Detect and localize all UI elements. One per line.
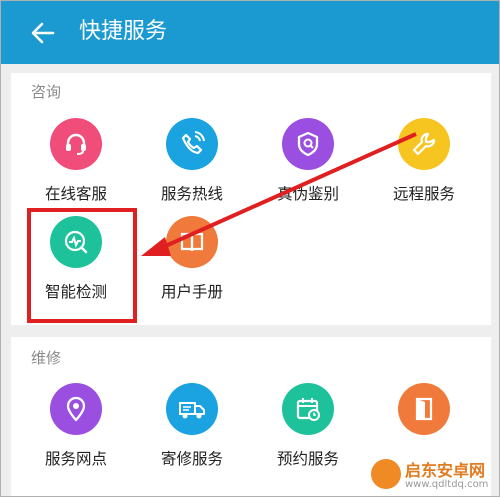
service-user-manual[interactable]: 用户手册	[134, 216, 250, 302]
service-label: 寄修服务	[160, 450, 223, 468]
service-door[interactable]	[366, 383, 482, 447]
section-title-repair: 维修	[31, 349, 62, 367]
watermark-name: 启东安卓网	[405, 461, 486, 480]
book-icon	[166, 216, 218, 268]
highlight-box	[27, 208, 137, 323]
service-label: 服务热线	[160, 185, 223, 203]
calendar-icon	[282, 383, 334, 435]
wrench-icon	[398, 118, 450, 170]
phone-icon	[166, 118, 218, 170]
service-label: 真伪鉴别	[276, 185, 339, 203]
app-header: 快捷服务	[1, 1, 499, 64]
service-appointment[interactable]: 预约服务	[250, 383, 366, 469]
service-label: 服务网点	[44, 450, 107, 468]
service-authenticity[interactable]: 真伪鉴别	[250, 118, 366, 204]
service-label: 在线客服	[44, 185, 107, 203]
headset-icon	[50, 118, 102, 170]
service-outlets[interactable]: 服务网点	[18, 383, 134, 469]
back-arrow-icon[interactable]	[29, 19, 57, 47]
watermark: 启东安卓网 www.qdltdq.com	[371, 457, 499, 495]
service-mail-repair[interactable]: 寄修服务	[134, 383, 250, 469]
service-label: 远程服务	[392, 185, 455, 203]
service-label: 用户手册	[160, 283, 223, 301]
page-title: 快捷服务	[79, 19, 168, 44]
watermark-url: www.qdltdq.com	[405, 479, 489, 490]
watermark-logo-icon	[371, 459, 401, 489]
section-title-consult: 咨询	[31, 83, 62, 101]
service-online-chat[interactable]: 在线客服	[18, 118, 134, 204]
shield-icon	[282, 118, 334, 170]
truck-icon	[166, 383, 218, 435]
location-pin-icon	[50, 383, 102, 435]
service-hotline[interactable]: 服务热线	[134, 118, 250, 204]
door-icon	[398, 383, 450, 435]
service-remote[interactable]: 远程服务	[366, 118, 482, 204]
service-label: 预约服务	[276, 450, 339, 468]
page: 快捷服务 咨询 在线客服 服务热线 真伪鉴别 远程服务 智能检测 用户手册 维修…	[0, 0, 500, 497]
